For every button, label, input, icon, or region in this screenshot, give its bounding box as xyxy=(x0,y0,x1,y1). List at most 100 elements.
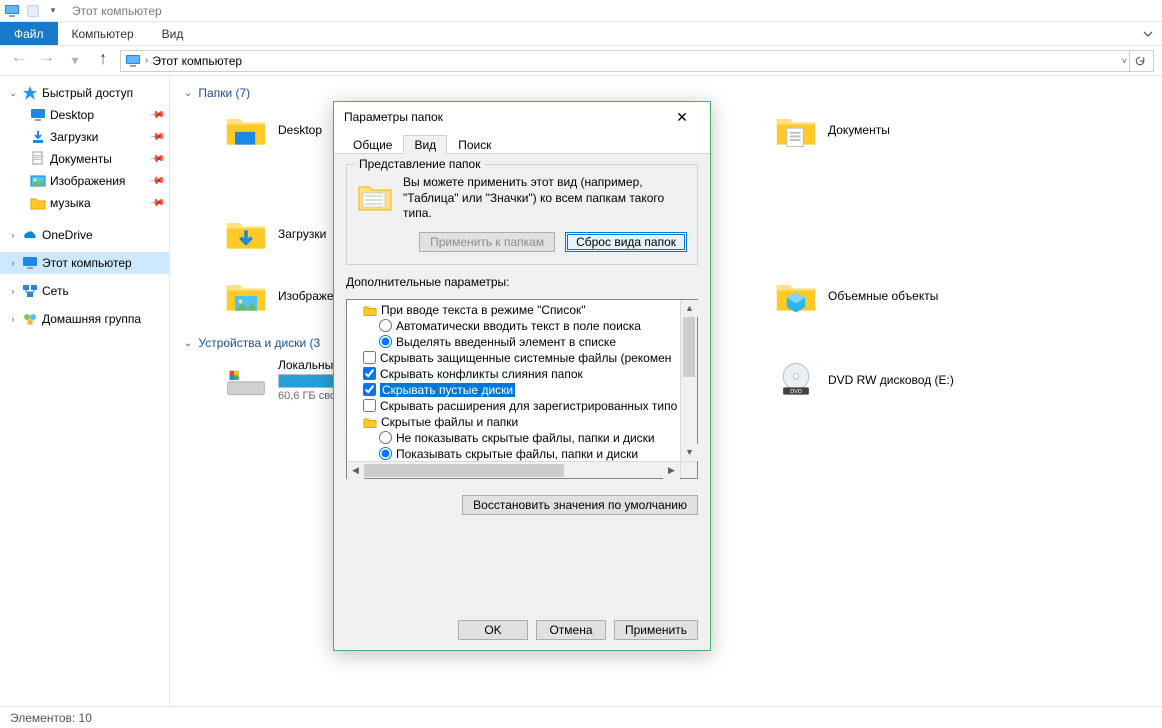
folder-item-3dobjects[interactable]: Объемные объекты xyxy=(774,274,974,318)
sidebar-item-network[interactable]: › Сеть xyxy=(0,280,169,302)
item-label: Desktop xyxy=(278,123,322,137)
dvd-drive-icon: DVD xyxy=(774,358,818,402)
adv-radio-dont-show-hidden[interactable]: Не показывать скрытые файлы, папки и дис… xyxy=(349,430,697,446)
this-pc-icon xyxy=(4,3,20,19)
dialog-tab-search[interactable]: Поиск xyxy=(447,135,502,154)
downloads-icon xyxy=(30,129,46,145)
ribbon-tab-file[interactable]: Файл xyxy=(0,22,58,45)
pictures-folder-icon xyxy=(224,274,268,318)
folder-icon xyxy=(363,303,377,317)
restore-defaults-button[interactable]: Восстановить значения по умолчанию xyxy=(462,495,698,515)
pin-icon: 📌 xyxy=(148,173,165,189)
advanced-settings-tree[interactable]: При вводе текста в режиме "Список" Автом… xyxy=(346,299,698,479)
checkbox-input[interactable] xyxy=(363,351,376,364)
checkbox-input[interactable] xyxy=(363,367,376,380)
sidebar-item-quick-access[interactable]: ⌄ Быстрый доступ xyxy=(0,82,169,104)
quick-access-toolbar: ▾ xyxy=(24,2,62,20)
ribbon-expand-icon[interactable] xyxy=(1134,22,1162,45)
pictures-icon xyxy=(30,173,46,189)
pin-icon: 📌 xyxy=(148,129,165,145)
drive-item-dvd[interactable]: DVD DVD RW дисковод (E:) xyxy=(774,358,974,402)
this-pc-icon xyxy=(22,255,38,271)
adv-radio-select-typed-item[interactable]: Выделять введенный элемент в списке xyxy=(349,334,697,350)
folder-icon xyxy=(363,415,377,429)
adv-check-hide-merge-conflicts[interactable]: Скрывать конфликты слияния папок xyxy=(349,366,697,382)
checkbox-input[interactable] xyxy=(363,399,376,412)
dialog-close-button[interactable]: ✕ xyxy=(664,106,700,128)
ribbon-tab-view[interactable]: Вид xyxy=(148,22,198,45)
ok-button[interactable]: OK xyxy=(458,620,528,640)
address-bar: 🠐 🠒 ▾ 🠑 › Этот компьютер ˅ xyxy=(0,46,1162,76)
chevron-down-icon[interactable]: ⌄ xyxy=(184,338,192,349)
scrollbar-horizontal[interactable]: ◀ ▶ xyxy=(347,461,680,478)
scroll-down-icon[interactable]: ▼ xyxy=(681,444,698,461)
cancel-button[interactable]: Отмена xyxy=(536,620,606,640)
documents-folder-icon xyxy=(774,108,818,152)
qat-properties-icon[interactable] xyxy=(24,2,42,20)
sidebar-item-pictures[interactable]: Изображения 📌 xyxy=(0,170,169,192)
sidebar-item-label: OneDrive xyxy=(42,228,93,242)
adv-radio-auto-type-search[interactable]: Автоматически вводить текст в поле поиск… xyxy=(349,318,697,334)
radio-input[interactable] xyxy=(379,335,392,348)
sidebar-item-label: Загрузки xyxy=(50,130,98,144)
chevron-down-icon[interactable]: ⌄ xyxy=(8,88,18,99)
desktop-icon xyxy=(30,107,46,123)
group-header-folders[interactable]: ⌄ Папки (7) xyxy=(184,86,1148,100)
dialog-tabs: Общие Вид Поиск xyxy=(334,132,710,154)
item-label: Объемные объекты xyxy=(828,289,938,303)
scroll-left-icon[interactable]: ◀ xyxy=(347,462,364,479)
breadcrumb[interactable]: › Этот компьютер ˅ xyxy=(120,50,1154,72)
nav-forward-button[interactable]: 🠒 xyxy=(36,50,58,72)
sidebar-item-desktop[interactable]: Desktop 📌 xyxy=(0,104,169,126)
folder-view-groupbox: Представление папок Вы можете применить … xyxy=(346,164,698,265)
sidebar-item-downloads[interactable]: Загрузки 📌 xyxy=(0,126,169,148)
advanced-settings-label: Дополнительные параметры: xyxy=(346,275,698,289)
refresh-button[interactable] xyxy=(1129,51,1149,71)
item-label: Загрузки xyxy=(278,227,326,241)
folder-item-documents[interactable]: Документы xyxy=(774,108,974,152)
chevron-right-icon[interactable]: › xyxy=(145,55,148,66)
adv-radio-show-hidden[interactable]: Показывать скрытые файлы, папки и диски xyxy=(349,446,697,462)
sidebar-item-documents[interactable]: Документы 📌 xyxy=(0,148,169,170)
network-icon xyxy=(22,283,38,299)
folder-options-dialog: Параметры папок ✕ Общие Вид Поиск Предст… xyxy=(333,101,711,651)
scroll-up-icon[interactable]: ▲ xyxy=(681,300,698,317)
breadcrumb-dropdown-icon[interactable]: ˅ xyxy=(1122,56,1127,66)
apply-to-folders-button: Применить к папкам xyxy=(419,232,555,252)
scroll-right-icon[interactable]: ▶ xyxy=(663,462,680,479)
reset-folders-button[interactable]: Сброс вида папок xyxy=(565,232,687,252)
chevron-right-icon[interactable]: › xyxy=(8,286,18,296)
sidebar-item-homegroup[interactable]: › Домашняя группа xyxy=(0,308,169,330)
scrollbar-vertical[interactable]: ▲ ▼ xyxy=(680,300,697,461)
apply-button[interactable]: Применить xyxy=(614,620,698,640)
scroll-thumb[interactable] xyxy=(683,317,695,377)
breadcrumb-this-pc[interactable]: Этот компьютер xyxy=(152,54,242,68)
sidebar-item-music[interactable]: музыка 📌 xyxy=(0,192,169,214)
radio-input[interactable] xyxy=(379,319,392,332)
groupbox-legend: Представление папок xyxy=(355,157,484,171)
dialog-tab-general[interactable]: Общие xyxy=(342,135,403,154)
nav-up-button[interactable]: 🠑 xyxy=(92,50,114,72)
breadcrumb-this-pc-icon xyxy=(125,53,141,69)
dialog-tab-view[interactable]: Вид xyxy=(403,135,447,154)
nav-back-button[interactable]: 🠐 xyxy=(8,50,30,72)
scroll-thumb[interactable] xyxy=(364,464,564,477)
qat-customize-icon[interactable]: ▾ xyxy=(44,2,62,20)
chevron-right-icon[interactable]: › xyxy=(8,314,18,324)
sidebar-item-this-pc[interactable]: › Этот компьютер xyxy=(0,252,169,274)
adv-group-list-typing: При вводе текста в режиме "Список" xyxy=(349,302,697,318)
radio-input[interactable] xyxy=(379,431,392,444)
nav-history-button[interactable]: ▾ xyxy=(64,50,86,72)
statusbar: Элементов: 10 xyxy=(0,706,1162,728)
adv-check-hide-extensions[interactable]: Скрывать расширения для зарегистрированн… xyxy=(349,398,697,414)
radio-input[interactable] xyxy=(379,447,392,460)
ribbon-tab-computer[interactable]: Компьютер xyxy=(58,22,148,45)
sidebar-item-onedrive[interactable]: › OneDrive xyxy=(0,224,169,246)
checkbox-input[interactable] xyxy=(363,383,376,396)
pin-icon: 📌 xyxy=(148,107,165,123)
chevron-right-icon[interactable]: › xyxy=(8,258,18,268)
adv-check-hide-protected-os[interactable]: Скрывать защищенные системные файлы (рек… xyxy=(349,350,697,366)
chevron-down-icon[interactable]: ⌄ xyxy=(184,88,192,99)
chevron-right-icon[interactable]: › xyxy=(8,230,18,240)
adv-check-hide-empty-drives[interactable]: Скрывать пустые диски xyxy=(349,382,697,398)
